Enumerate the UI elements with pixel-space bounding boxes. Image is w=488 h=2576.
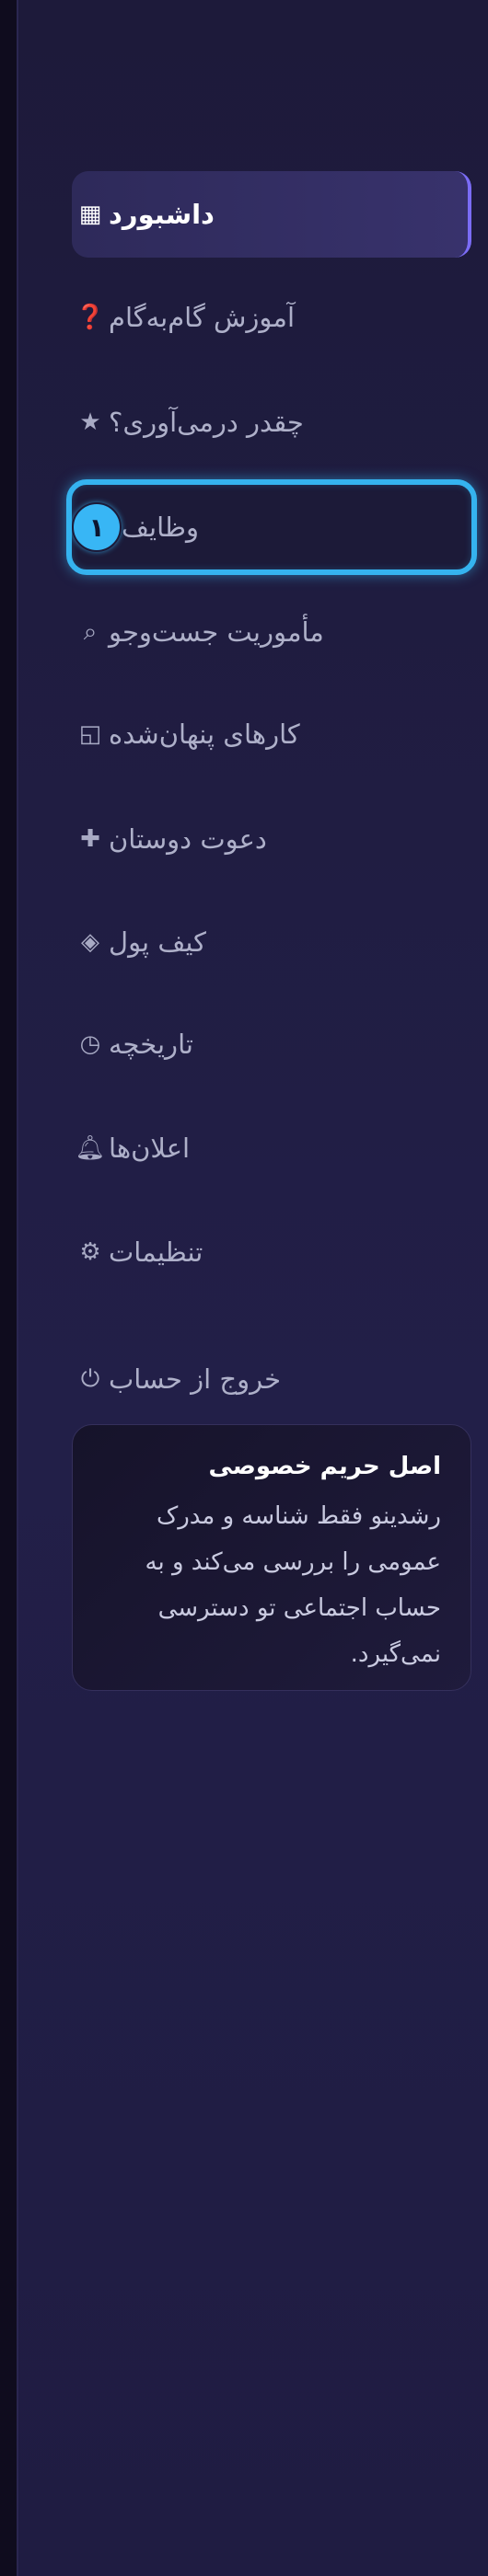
nav-item-label: اعلان‌ها xyxy=(109,1133,191,1164)
nav-item-search-mission[interactable]: ⌕ مأموریت جست‌وجو xyxy=(72,589,471,675)
nav-item-tutorial[interactable]: ❓ آموزش گام‌به‌گام xyxy=(72,274,471,361)
sidebar: ▦ داشبورد ❓ آموزش گام‌به‌گام ★ چقدر درمی… xyxy=(18,0,488,2576)
nav-item-label: تنظیمات xyxy=(109,1236,203,1268)
nav-item-label: تاریخچه xyxy=(109,1029,193,1060)
power-icon: ⏻ xyxy=(80,1364,100,1393)
nav-item-wallet[interactable]: ◈ کیف پول xyxy=(72,899,471,985)
logout-button[interactable]: ⏻ خروج از حساب xyxy=(72,1336,471,1422)
grid-icon: ▦ xyxy=(78,201,102,228)
tasks-count-badge: ۱ xyxy=(72,502,122,552)
nav-item-dashboard[interactable]: ▦ داشبورد xyxy=(72,171,471,258)
plus-icon: ✚ xyxy=(80,825,100,853)
privacy-card-body: رشدینو فقط شناسه و مدرک عمومی را بررسی م… xyxy=(145,1502,441,1668)
privacy-card-title: اصل حریم خصوصی xyxy=(208,1453,442,1480)
search-icon: ⌕ xyxy=(83,617,98,646)
logout-label: خروج از حساب xyxy=(109,1363,282,1395)
clock-icon: ◷ xyxy=(79,1030,101,1058)
nav-item-label: داشبورد xyxy=(109,199,215,230)
bell-icon: 🔔︎ xyxy=(75,1134,106,1162)
nav-item-invite-friends[interactable]: ✚ دعوت دوستان xyxy=(72,796,471,882)
nav-item-history[interactable]: ◷ تاریخچه xyxy=(72,1001,471,1087)
wallet-icon: ◈ xyxy=(81,928,99,956)
nav-item-label: دعوت دوستان xyxy=(109,823,267,855)
nav-item-label: آموزش گام‌به‌گام xyxy=(109,302,296,333)
nav-item-label: کارهای پنهان‌شده xyxy=(109,719,300,750)
nav-item-settings[interactable]: ⚙ تنظیمات xyxy=(72,1209,471,1295)
privacy-info-card: اصل حریم خصوصی رشدینو فقط شناسه و مدرک ع… xyxy=(72,1424,471,1691)
star-icon: ★ xyxy=(79,408,101,436)
gear-icon: ⚙ xyxy=(79,1238,101,1266)
nav-item-tasks[interactable]: ۱ وظایف xyxy=(66,479,477,575)
nav-item-earnings-calculator[interactable]: ★ چقدر درمی‌آوری؟ xyxy=(72,379,471,466)
nav-item-label: کیف پول xyxy=(109,926,206,958)
hidden-box-icon: ◱ xyxy=(78,720,102,748)
window-left-edge xyxy=(0,0,18,2576)
nav-item-label: مأموریت جست‌وجو xyxy=(109,616,324,648)
nav-item-label: وظایف xyxy=(122,512,200,543)
help-icon: ❓ xyxy=(75,304,106,331)
nav-item-label: چقدر درمی‌آوری؟ xyxy=(109,407,304,438)
nav-item-hidden-jobs[interactable]: ◱ کارهای پنهان‌شده xyxy=(72,691,471,777)
nav-item-notifications[interactable]: 🔔︎ اعلان‌ها xyxy=(72,1105,471,1191)
